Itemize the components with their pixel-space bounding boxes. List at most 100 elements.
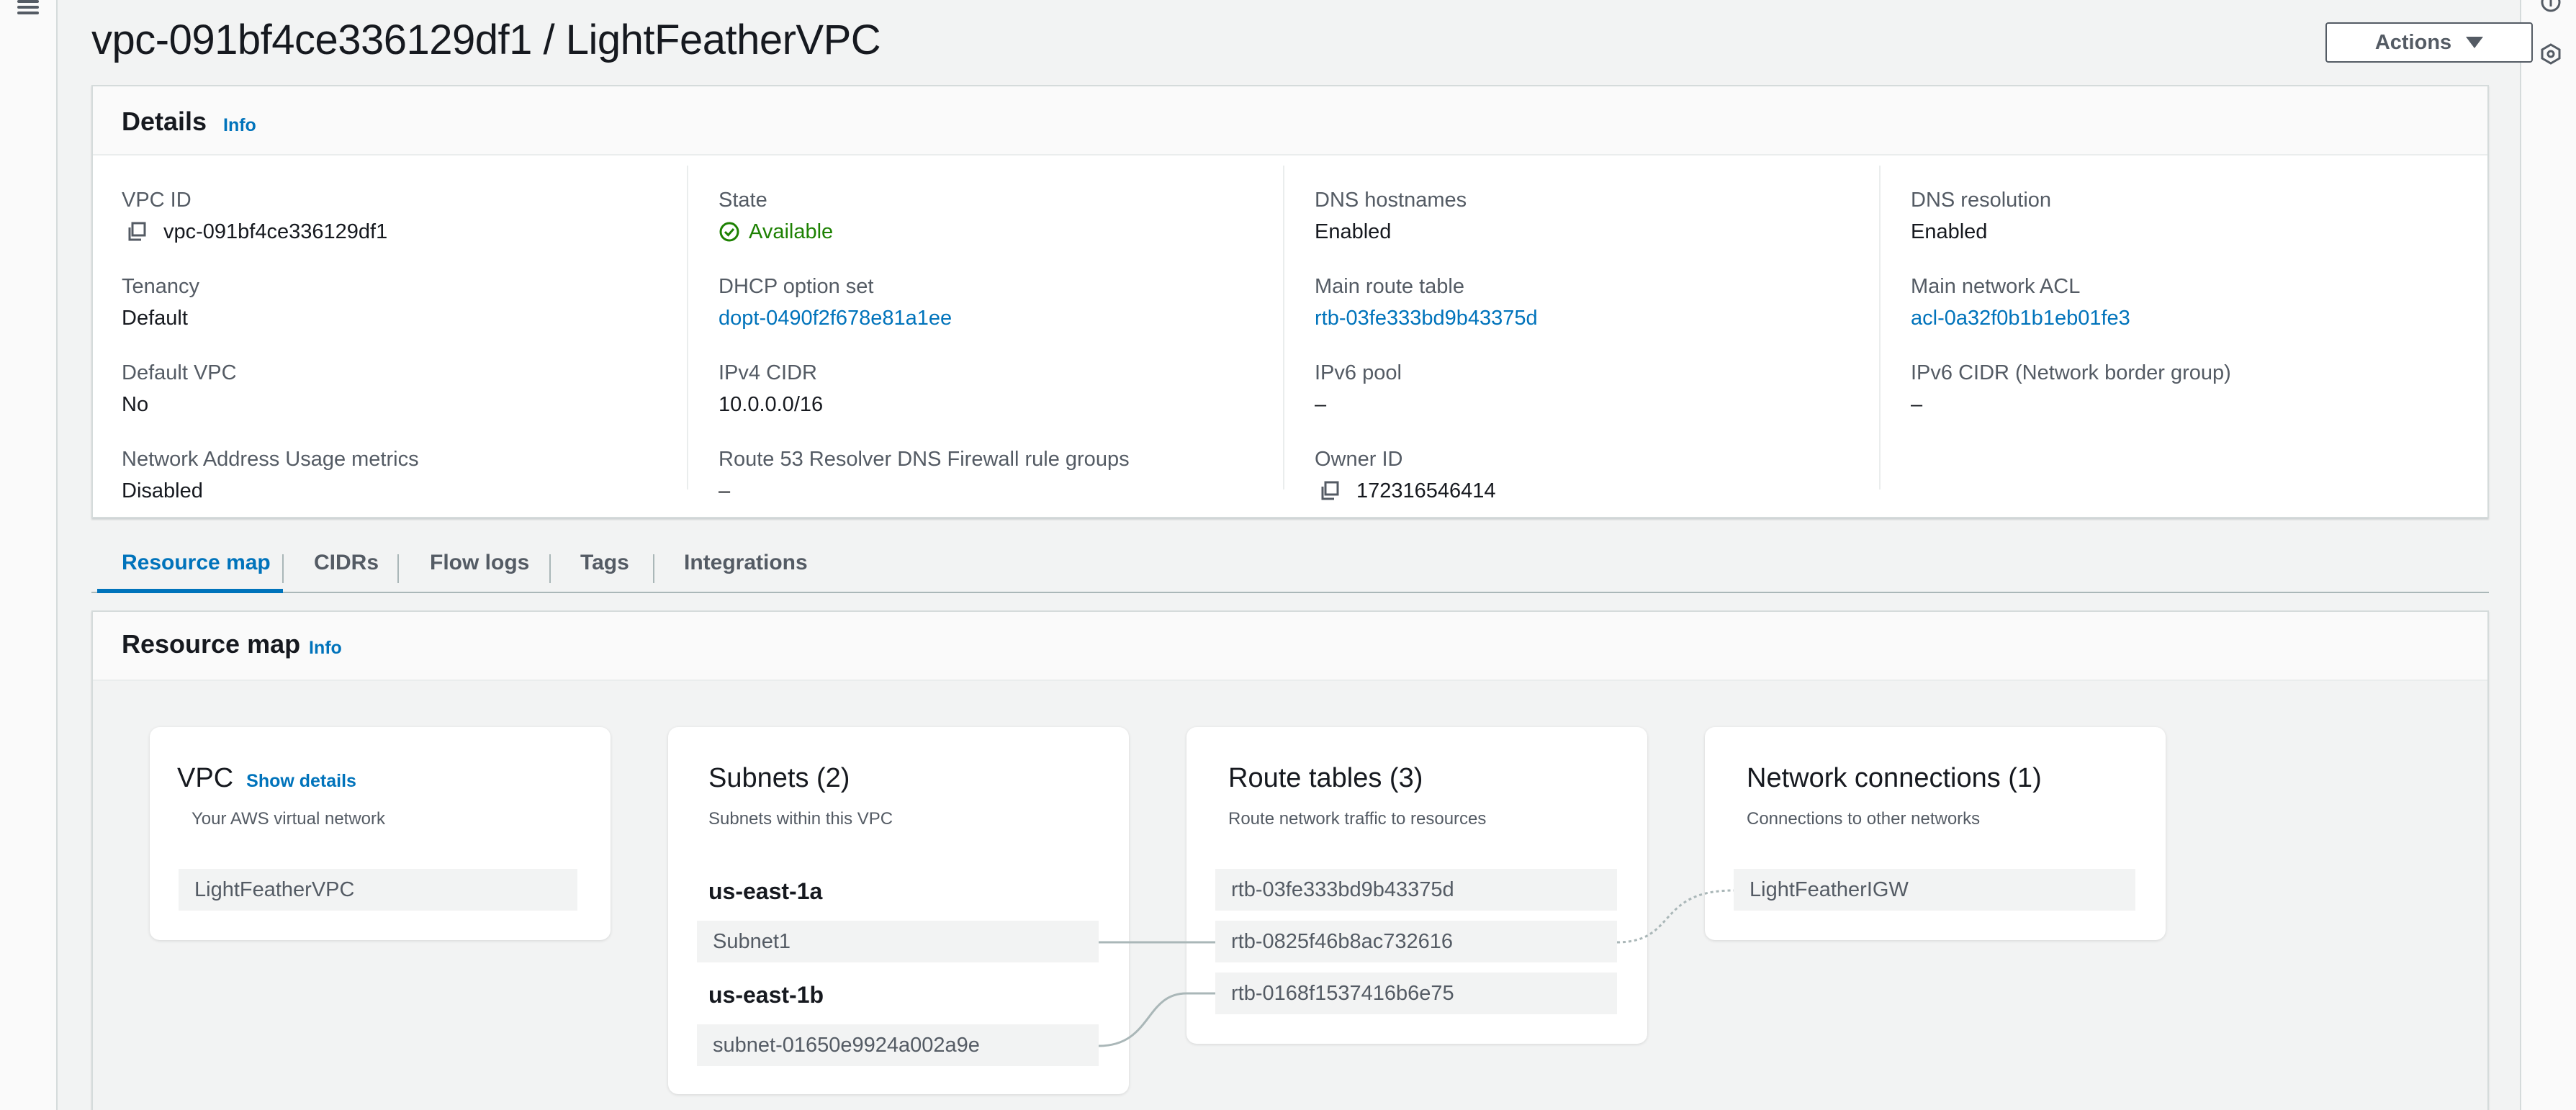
details-field-value-row: –	[1315, 392, 1876, 418]
network-connections-card: Network connections (1) Connections to o…	[1705, 727, 2166, 940]
tab-separator	[282, 554, 284, 583]
vpc-detail-tabs: Resource map CIDRs Flow logs Tags Integr…	[91, 534, 2489, 593]
subnets-card: Subnets (2) Subnets within this VPC us-e…	[668, 727, 1129, 1094]
resource-map-title: Resource map	[122, 629, 301, 659]
details-panel-header: Details Info	[93, 86, 2487, 155]
resource-map-header: Resource map Info	[93, 612, 2487, 681]
details-field-value-row[interactable]: acl-0a32f0b1b1eb01fe3	[1911, 305, 2472, 331]
details-field-label: DNS hostnames	[1315, 189, 1467, 212]
details-field-label: Route 53 Resolver DNS Firewall rule grou…	[719, 448, 1130, 471]
active-tab-indicator	[97, 589, 283, 593]
tab-integrations[interactable]: Integrations	[684, 549, 808, 590]
route-tables-card: Route tables (3) Route network traffic t…	[1186, 727, 1647, 1044]
actions-dropdown-button[interactable]: Actions	[2325, 22, 2533, 63]
details-field-value-row: Available	[719, 219, 1280, 245]
route-table-item[interactable]: rtb-0825f46b8ac732616	[1215, 921, 1617, 962]
details-field: Tenancy Default	[122, 274, 683, 331]
details-field-label: Network Address Usage metrics	[122, 448, 419, 471]
details-field-label: Main route table	[1315, 275, 1464, 298]
subnets-card-title: Subnets (2)	[708, 763, 850, 793]
hamburger-menu-icon[interactable]	[17, 0, 40, 17]
vpc-item[interactable]: LightFeatherVPC	[179, 869, 577, 911]
details-field: IPv4 CIDR 10.0.0.0/16	[719, 360, 1280, 418]
info-circle-icon[interactable]	[2540, 0, 2562, 13]
vpc-card-title-row: VPC Show details	[177, 763, 356, 794]
details-field-value-row[interactable]: rtb-03fe333bd9b43375d	[1315, 305, 1876, 331]
details-field-label: IPv6 pool	[1315, 361, 1402, 384]
hexagon-settings-icon[interactable]	[2540, 43, 2562, 65]
details-field-value: –	[1911, 393, 1923, 416]
details-field-label: DHCP option set	[719, 275, 874, 298]
right-utility-rail	[2520, 0, 2576, 1110]
details-field-value: No	[122, 393, 149, 416]
status-available-check-icon	[719, 222, 739, 242]
details-field-label: Default VPC	[122, 361, 237, 384]
subnet-item[interactable]: Subnet1	[697, 921, 1099, 962]
details-field: DNS hostnames Enabled	[1315, 187, 1876, 245]
details-panel: Details Info VPC ID vpc-091bf4ce336129df1…	[91, 85, 2489, 518]
network-connection-item[interactable]: LightFeatherIGW	[1734, 869, 2135, 911]
details-field: Owner ID 172316546414	[1315, 446, 1876, 504]
vpc-card-title: VPC	[177, 763, 234, 793]
details-field: IPv6 CIDR (Network border group) –	[1911, 360, 2472, 418]
copy-icon[interactable]	[1319, 480, 1341, 502]
details-field-label: VPC ID	[122, 189, 192, 212]
tab-separator	[653, 554, 654, 583]
details-field-value-row: Enabled	[1315, 219, 1876, 245]
resource-map-info-link[interactable]: Info	[309, 638, 342, 659]
copy-icon[interactable]	[126, 221, 148, 243]
vpc-show-details-link[interactable]: Show details	[246, 771, 356, 791]
details-field-label: State	[719, 189, 767, 212]
details-title: Details	[122, 107, 207, 136]
details-info-link[interactable]: Info	[223, 115, 256, 136]
details-field-label: IPv4 CIDR	[719, 361, 817, 384]
route-table-item[interactable]: rtb-0168f1537416b6e75	[1215, 973, 1617, 1014]
details-field-link[interactable]: rtb-03fe333bd9b43375d	[1315, 305, 1538, 331]
caret-down-icon	[2466, 37, 2484, 48]
tab-separator	[549, 554, 551, 583]
details-field-value: Default	[122, 307, 188, 330]
route-tables-card-title: Route tables (3)	[1228, 763, 1423, 793]
details-field-value-row: Enabled	[1911, 219, 2472, 245]
tab-resource-map[interactable]: Resource map	[122, 549, 271, 590]
details-field: DHCP option set dopt-0490f2f678e81a1ee	[719, 274, 1280, 331]
tab-tags[interactable]: Tags	[580, 549, 629, 590]
route-table-item[interactable]: rtb-03fe333bd9b43375d	[1215, 869, 1617, 911]
details-field: VPC ID vpc-091bf4ce336129df1	[122, 187, 683, 245]
subnet-item[interactable]: subnet-01650e9924a002a9e	[697, 1024, 1099, 1066]
details-field-label: DNS resolution	[1911, 189, 2052, 212]
availability-zone-label: us-east-1a	[708, 878, 823, 904]
details-field-value: –	[719, 479, 731, 502]
tab-flow-logs[interactable]: Flow logs	[430, 549, 529, 590]
tab-cidrs[interactable]: CIDRs	[314, 549, 379, 590]
tab-separator	[397, 554, 399, 583]
details-field-label: Main network ACL	[1911, 275, 2081, 298]
details-field-value-row: vpc-091bf4ce336129df1	[122, 219, 683, 245]
details-field-label: Owner ID	[1315, 448, 1403, 471]
vpc-card-subtitle: Your AWS virtual network	[192, 809, 386, 829]
details-field-value: vpc-091bf4ce336129df1	[163, 220, 388, 243]
details-field-value-row[interactable]: dopt-0490f2f678e81a1ee	[719, 305, 1280, 331]
details-field: Main route table rtb-03fe333bd9b43375d	[1315, 274, 1876, 331]
details-field-value: Enabled	[1315, 220, 1392, 243]
details-column-divider	[1879, 166, 1881, 489]
details-field-value-row: –	[1911, 392, 2472, 418]
details-field: State Available	[719, 187, 1280, 245]
details-field-value-row: No	[122, 392, 683, 418]
details-field-value: 172316546414	[1356, 479, 1496, 502]
details-field: Default VPC No	[122, 360, 683, 418]
details-field-value: 10.0.0.0/16	[719, 393, 824, 416]
details-field: IPv6 pool –	[1315, 360, 1876, 418]
details-field-value-row: 10.0.0.0/16	[719, 392, 1280, 418]
details-field: Route 53 Resolver DNS Firewall rule grou…	[719, 446, 1280, 504]
left-navigation-rail	[0, 0, 58, 1110]
subnets-card-subtitle: Subnets within this VPC	[708, 809, 893, 829]
details-field-value: Available	[749, 220, 834, 243]
details-field-link[interactable]: dopt-0490f2f678e81a1ee	[719, 305, 952, 331]
details-field-value-row: 172316546414	[1315, 478, 1876, 504]
details-field-link[interactable]: acl-0a32f0b1b1eb01fe3	[1911, 305, 2130, 331]
vpc-card: VPC Show details Your AWS virtual network…	[150, 727, 611, 940]
details-field-value-row: Default	[122, 305, 683, 331]
details-field: Network Address Usage metrics Disabled	[122, 446, 683, 504]
details-field-value-row: –	[719, 478, 1280, 504]
